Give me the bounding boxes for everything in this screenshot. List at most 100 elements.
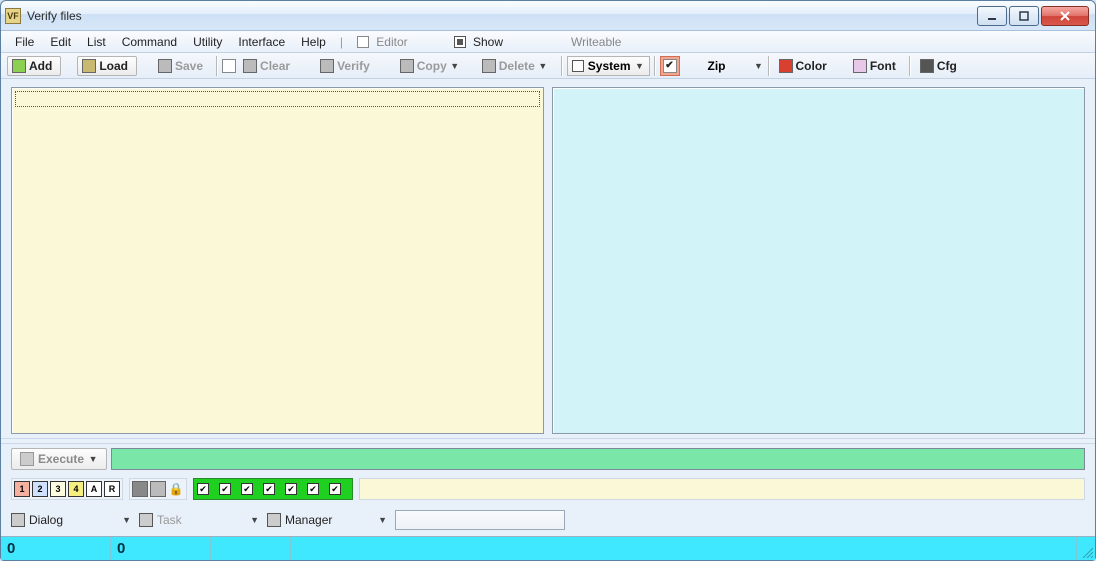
menu-edit[interactable]: Edit: [42, 33, 79, 51]
toolbar-separator: [216, 56, 218, 76]
zip-dropdown-icon[interactable]: ▼: [754, 61, 764, 71]
status-cell-1: 0: [111, 537, 211, 560]
window-buttons: [977, 6, 1089, 26]
resize-grip-icon: [1081, 546, 1093, 558]
menu-list[interactable]: List: [79, 33, 114, 51]
copy-icon: [400, 59, 414, 73]
font-button[interactable]: Font: [848, 56, 905, 76]
flag-3[interactable]: 3: [50, 481, 66, 497]
menu-editor-toggle[interactable]: Editor: [349, 33, 416, 51]
zip-select[interactable]: Zip: [682, 56, 752, 76]
execute-dropdown-icon[interactable]: ▼: [88, 454, 98, 464]
system-label: System: [588, 59, 631, 73]
load-button[interactable]: Load: [77, 56, 137, 76]
clear-button[interactable]: Clear: [238, 56, 299, 76]
maximize-button[interactable]: [1009, 6, 1039, 26]
zip-check-wrap[interactable]: [660, 56, 680, 76]
task-icon: [139, 513, 153, 527]
flags-row: 1 2 3 4 A R 🔒: [1, 474, 1095, 504]
dialog-dropdown[interactable]: Dialog ▼: [11, 513, 131, 527]
flag-a[interactable]: A: [86, 481, 102, 497]
app-icon: VF: [5, 8, 21, 24]
close-button[interactable]: [1041, 6, 1089, 26]
manager-dropdown[interactable]: Manager ▼: [267, 513, 387, 527]
execute-button[interactable]: Execute ▼: [11, 448, 107, 470]
zip-label: Zip: [708, 59, 726, 73]
color-label: Color: [796, 59, 827, 73]
flag-2[interactable]: 2: [32, 481, 48, 497]
left-pane[interactable]: [11, 87, 544, 434]
lock-icon[interactable]: 🔒: [168, 481, 184, 497]
execute-icon: [20, 452, 34, 466]
menu-utility[interactable]: Utility: [185, 33, 230, 51]
strip-check-2[interactable]: [219, 483, 231, 495]
green-check-strip: [193, 478, 353, 500]
save-icon: [158, 59, 172, 73]
menu-help[interactable]: Help: [293, 33, 334, 51]
add-icon: [12, 59, 26, 73]
menu-file[interactable]: File: [7, 33, 42, 51]
menubar: File Edit List Command Utility Interface…: [1, 31, 1095, 53]
dialog-icon: [11, 513, 25, 527]
minimize-button[interactable]: [977, 6, 1007, 26]
dropdown-field[interactable]: [395, 510, 565, 530]
titlebar[interactable]: VF Verify files: [1, 1, 1095, 31]
verify-label: Verify: [337, 59, 370, 73]
strip-check-4[interactable]: [263, 483, 275, 495]
zip-checkbox[interactable]: [663, 59, 677, 73]
add-label: Add: [29, 59, 52, 73]
strip-check-6[interactable]: [307, 483, 319, 495]
save-label: Save: [175, 59, 203, 73]
manager-icon: [267, 513, 281, 527]
toolbar-separator-4: [768, 56, 770, 76]
execute-label: Execute: [38, 452, 84, 466]
flag-1[interactable]: 1: [14, 481, 30, 497]
clear-checkbox[interactable]: [222, 59, 236, 73]
manager-label: Manager: [285, 513, 332, 527]
menu-interface[interactable]: Interface: [230, 33, 293, 51]
add-button[interactable]: Add: [7, 56, 61, 76]
strip-check-1[interactable]: [197, 483, 209, 495]
flag-spacer-field[interactable]: [359, 478, 1085, 500]
flag-4[interactable]: 4: [68, 481, 84, 497]
menu-show-toggle[interactable]: Show: [446, 33, 511, 51]
font-icon: [853, 59, 867, 73]
system-icon: [572, 60, 584, 72]
gray-flag-1[interactable]: [132, 481, 148, 497]
strip-check-5[interactable]: [285, 483, 297, 495]
left-pane-selection[interactable]: [15, 91, 540, 107]
resize-grip[interactable]: [1077, 537, 1095, 560]
gray-flag-2[interactable]: [150, 481, 166, 497]
status-cell-3: [291, 537, 1077, 560]
right-pane[interactable]: [552, 87, 1085, 434]
dialog-dropdown-icon: ▼: [122, 515, 131, 525]
copy-dropdown-icon[interactable]: ▼: [450, 61, 460, 71]
flag-r[interactable]: R: [104, 481, 120, 497]
verify-button[interactable]: Verify: [315, 56, 379, 76]
color-button[interactable]: Color: [774, 56, 836, 76]
cfg-label: Cfg: [937, 59, 957, 73]
close-icon: [1059, 11, 1071, 21]
task-dropdown[interactable]: Task ▼: [139, 513, 259, 527]
delete-icon: [482, 59, 496, 73]
delete-label: Delete: [499, 59, 535, 73]
menu-writeable[interactable]: Writeable: [571, 35, 621, 49]
maximize-icon: [1019, 11, 1029, 21]
strip-check-3[interactable]: [241, 483, 253, 495]
delete-dropdown-icon[interactable]: ▼: [538, 61, 548, 71]
toolbar-separator-5: [909, 56, 911, 76]
cfg-button[interactable]: Cfg: [915, 56, 966, 76]
save-button[interactable]: Save: [153, 56, 212, 76]
cfg-icon: [920, 59, 934, 73]
copy-button[interactable]: Copy ▼: [395, 56, 469, 76]
menu-command[interactable]: Command: [114, 33, 185, 51]
strip-check-7[interactable]: [329, 483, 341, 495]
gray-flag-group: 🔒: [129, 478, 187, 500]
delete-button[interactable]: Delete ▼: [477, 56, 557, 76]
toolbar-separator-3: [654, 56, 656, 76]
status-cell-0: 0: [1, 537, 111, 560]
show-icon: [454, 36, 466, 48]
copy-label: Copy: [417, 59, 447, 73]
system-select[interactable]: System ▼: [567, 56, 650, 76]
toolbar: Add Load Save Clear Verify Copy ▼ Delete: [1, 53, 1095, 79]
